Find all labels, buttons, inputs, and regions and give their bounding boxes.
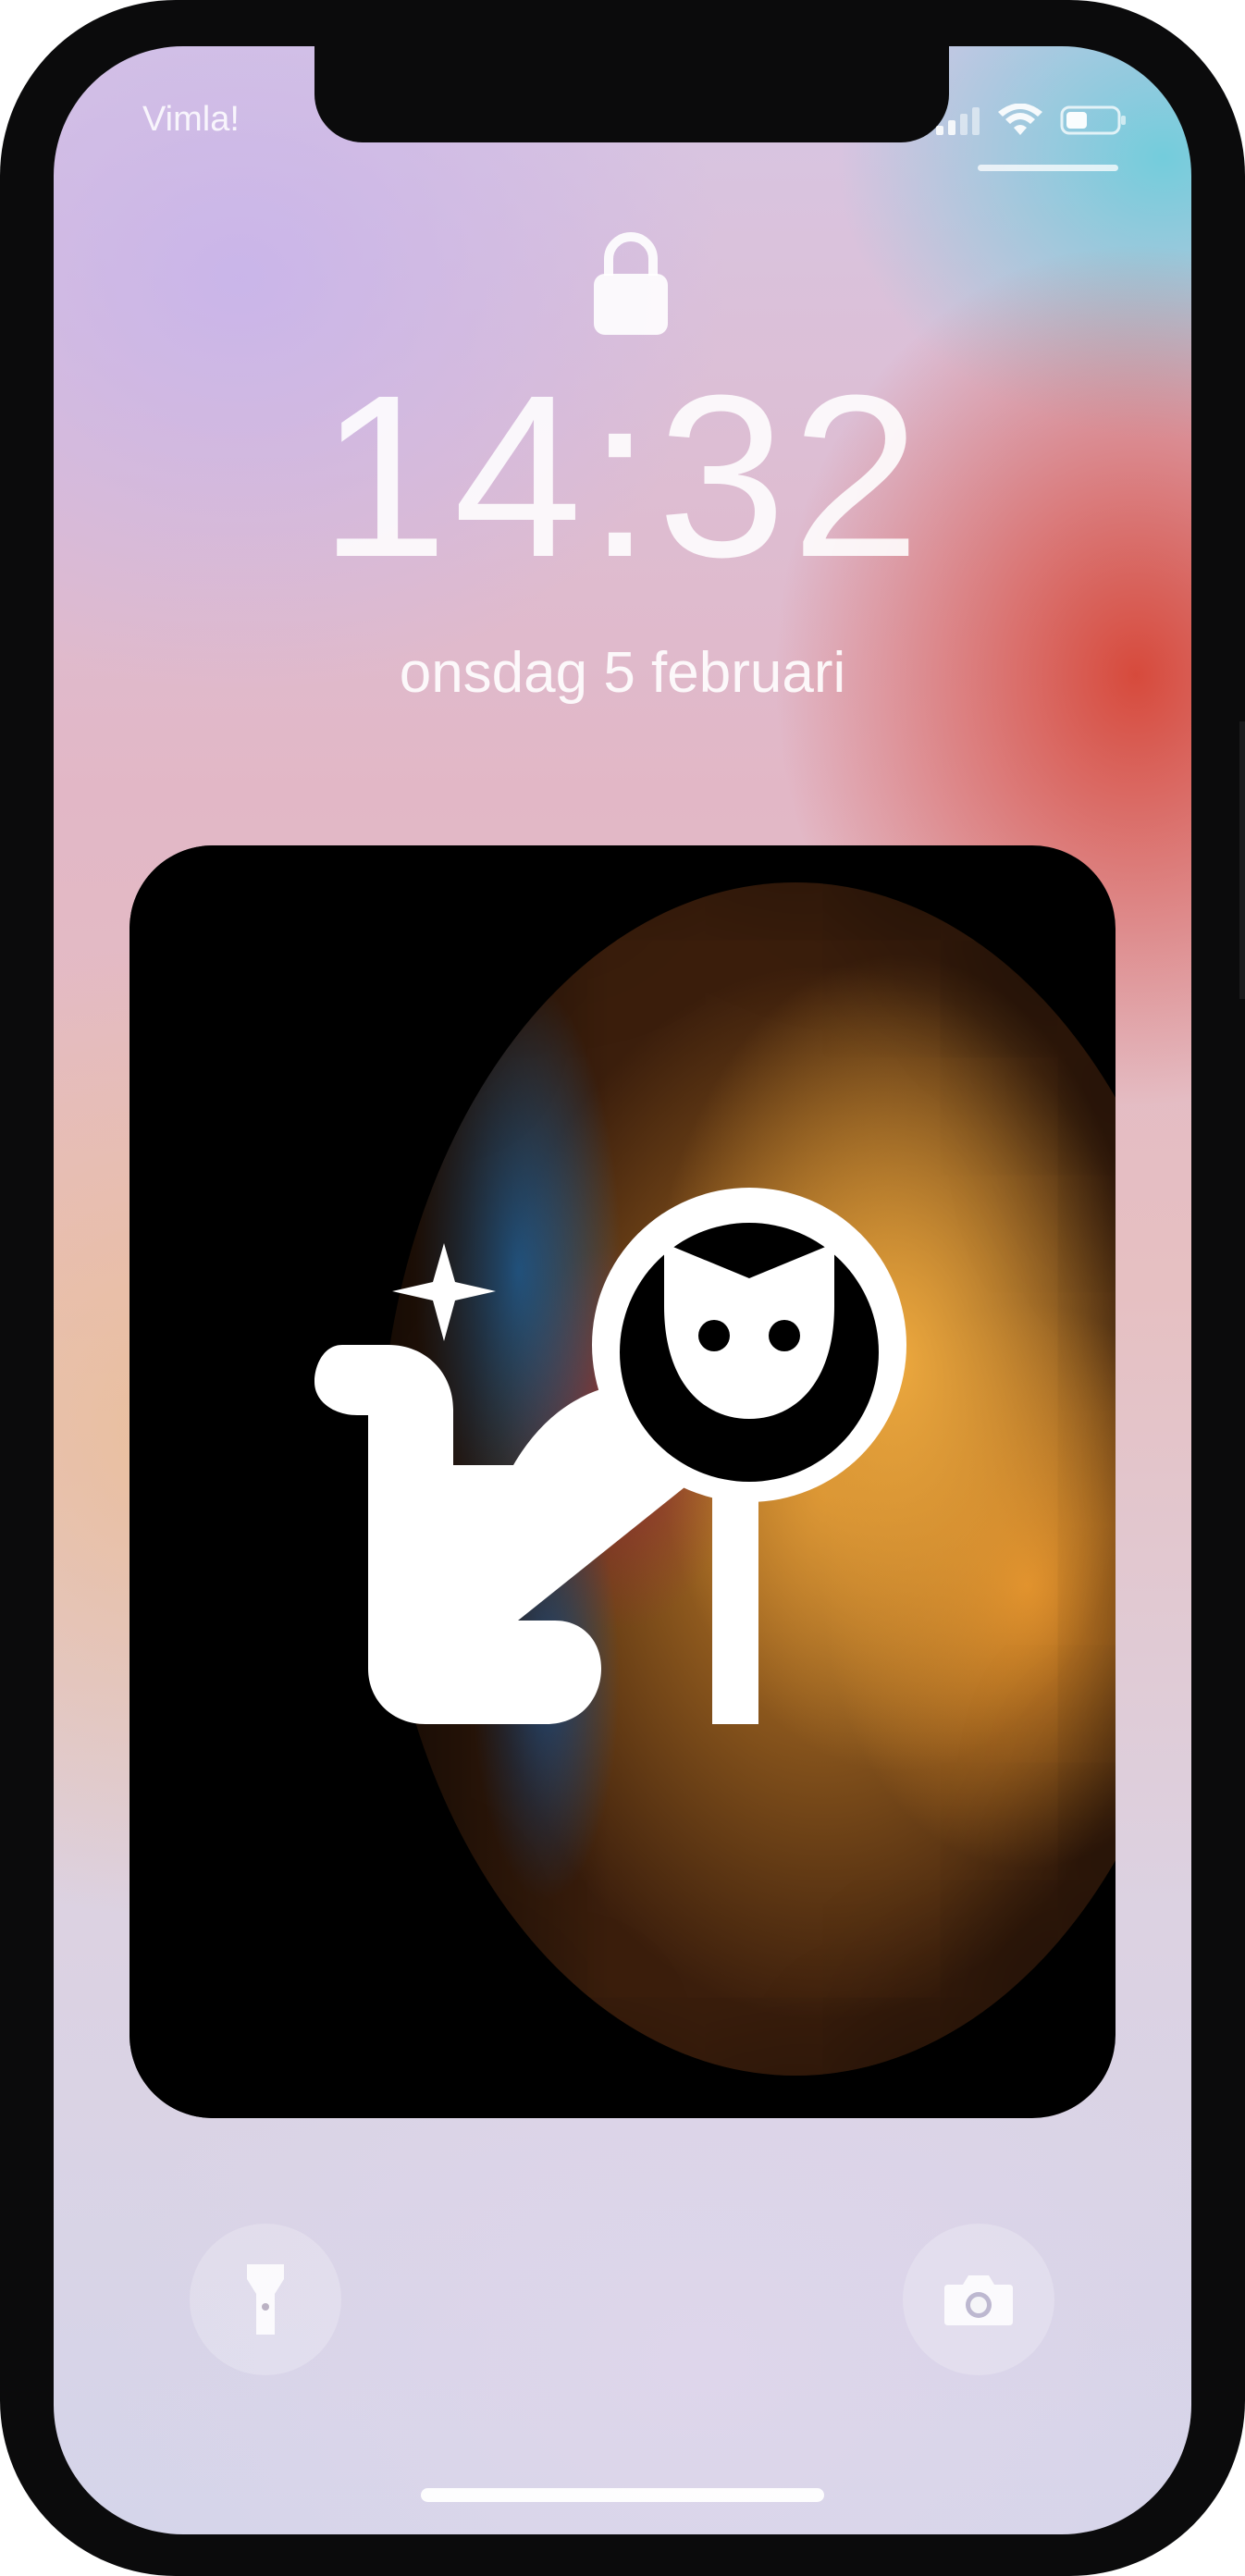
cat-sparkle-icon [314,1188,906,1724]
clock-time: 14:32 [319,347,926,605]
camera-button[interactable] [903,2224,1054,2375]
status-icons [936,104,1127,137]
camera-icon [944,2275,1013,2325]
app-widget[interactable] [129,845,1116,2118]
flashlight-icon [247,2264,284,2335]
side-button [1239,721,1245,999]
notch [314,46,949,142]
padlock-icon [594,232,668,335]
clock-date: onsdag 5 februari [399,641,846,705]
wifi-icon [998,104,1042,135]
battery-icon [1060,105,1126,135]
control-center-hint[interactable] [978,165,1118,171]
home-indicator[interactable] [421,2488,824,2502]
flashlight-button[interactable] [190,2224,341,2375]
carrier-label: Vimla! [142,100,240,139]
cellular-signal-icon [936,107,980,135]
phone-frame: Vimla! 14:32 onsdag 5 februari [0,0,1245,2576]
